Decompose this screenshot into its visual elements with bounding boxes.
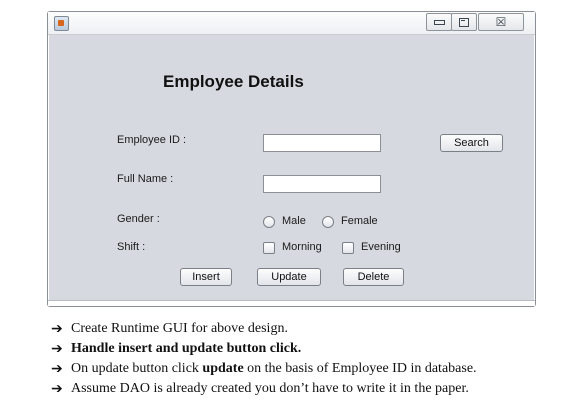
shift-label: Shift : bbox=[117, 241, 146, 253]
insert-button[interactable]: Insert bbox=[180, 268, 232, 286]
female-radio[interactable] bbox=[322, 216, 334, 228]
morning-checkbox-label: Morning bbox=[282, 241, 322, 253]
arrow-icon: ➔ bbox=[51, 381, 63, 397]
arrow-icon: ➔ bbox=[51, 361, 63, 377]
evening-checkbox[interactable] bbox=[342, 242, 354, 254]
instruction-text-bold: update bbox=[202, 361, 244, 376]
java-app-icon bbox=[54, 16, 69, 31]
maximize-icon bbox=[459, 17, 469, 27]
arrow-icon: ➔ bbox=[51, 341, 63, 357]
minimize-button[interactable] bbox=[426, 13, 452, 31]
instruction-text: On update button click bbox=[71, 361, 203, 376]
arrow-icon: ➔ bbox=[51, 321, 63, 337]
window-bottom-edge bbox=[48, 300, 535, 306]
evening-checkbox-label: Evening bbox=[361, 241, 401, 253]
instruction-text-bold: Handle insert and update button click. bbox=[71, 341, 302, 356]
close-button[interactable]: ☒ bbox=[478, 13, 524, 31]
instruction-item: ➔ Handle insert and update button click. bbox=[51, 339, 561, 359]
search-button[interactable]: Search bbox=[440, 134, 503, 152]
morning-checkbox[interactable] bbox=[263, 242, 275, 254]
form-title: Employee Details bbox=[163, 72, 304, 91]
employee-id-input[interactable] bbox=[263, 134, 381, 152]
male-radio[interactable] bbox=[263, 216, 275, 228]
gender-label: Gender : bbox=[117, 213, 160, 225]
instruction-text: Assume DAO is already created you don’t … bbox=[71, 381, 469, 396]
full-name-input[interactable] bbox=[263, 175, 381, 193]
instruction-text: on the basis of Employee ID in database. bbox=[243, 361, 477, 376]
male-radio-label: Male bbox=[282, 215, 306, 227]
instruction-text: Create Runtime GUI for above design. bbox=[71, 321, 288, 336]
window-titlebar: ☒ bbox=[48, 12, 535, 35]
minimize-icon bbox=[433, 19, 445, 25]
instruction-item: ➔ Create Runtime GUI for above design. bbox=[51, 319, 561, 339]
instruction-list: ➔ Create Runtime GUI for above design. ➔… bbox=[51, 319, 561, 399]
instruction-item: ➔ On update button click update on the b… bbox=[51, 359, 561, 379]
full-name-label: Full Name : bbox=[117, 173, 174, 185]
update-button[interactable]: Update bbox=[257, 268, 321, 286]
close-icon: ☒ bbox=[495, 15, 507, 29]
employee-id-label: Employee ID : bbox=[117, 134, 187, 146]
form-panel: Employee Details Employee ID : Search Fu… bbox=[49, 35, 534, 300]
employee-window: ☒ Employee Details Employee ID : Search … bbox=[47, 11, 536, 307]
instruction-item: ➔ Assume DAO is already created you don’… bbox=[51, 379, 561, 399]
maximize-button[interactable] bbox=[451, 13, 477, 31]
delete-button[interactable]: Delete bbox=[343, 268, 404, 286]
female-radio-label: Female bbox=[341, 215, 378, 227]
